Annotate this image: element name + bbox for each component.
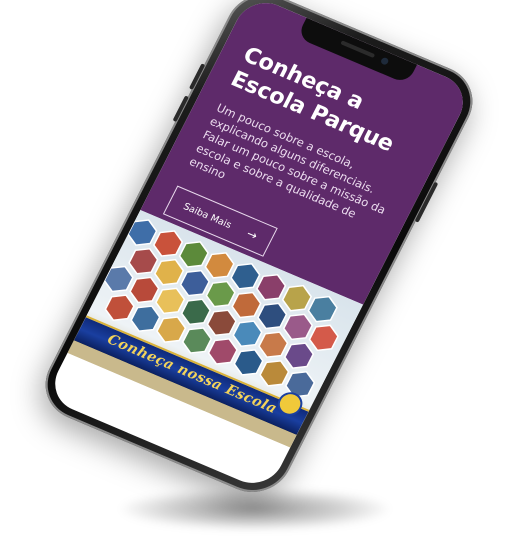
front-camera [379, 56, 390, 66]
saiba-mais-label: Saiba Mais [181, 200, 234, 231]
phone-mockup: Conheça a Escola Parque Um pouco sobre a… [32, 0, 486, 504]
arrow-right-icon: → [244, 226, 260, 243]
phone-screen: Conheça a Escola Parque Um pouco sobre a… [44, 0, 474, 493]
